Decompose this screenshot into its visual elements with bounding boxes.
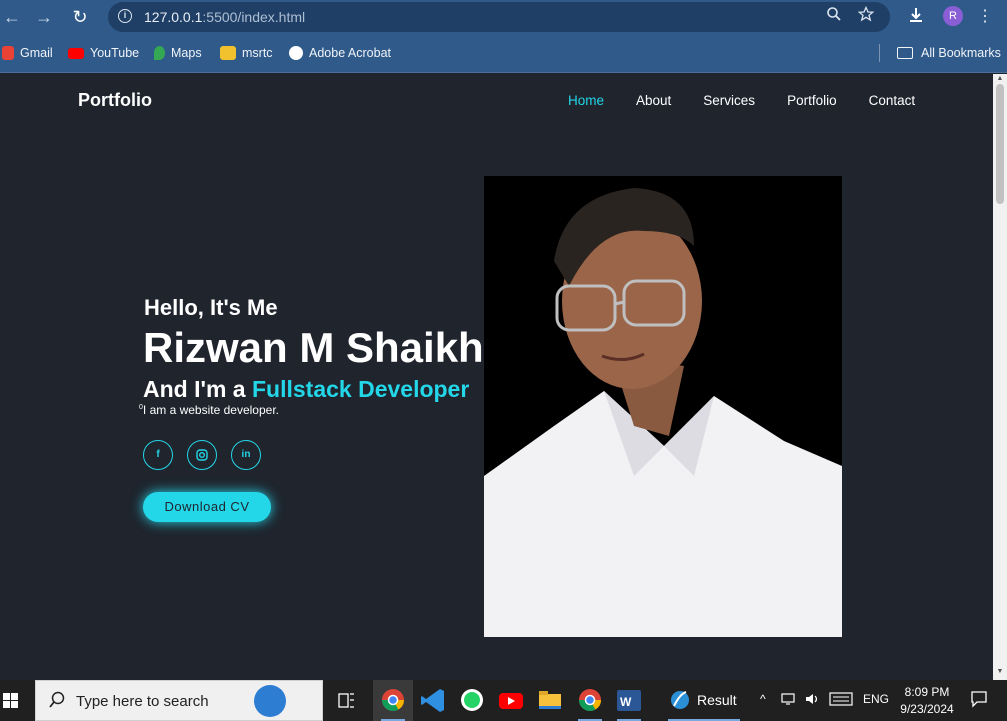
browser-toolbar: ← → ↻ i 127.0.0.1:5500/index.html R ⋮	[0, 0, 1007, 34]
profile-avatar[interactable]: R	[943, 6, 963, 26]
globe-icon	[289, 46, 303, 60]
task-view-icon[interactable]	[326, 680, 366, 721]
nav-contact[interactable]: Contact	[869, 93, 916, 108]
chevron-up-icon[interactable]: ^	[760, 692, 766, 706]
facebook-icon[interactable]: f	[143, 440, 173, 470]
word-icon[interactable]: W	[609, 680, 649, 721]
social-links: f in	[143, 440, 275, 470]
system-clock[interactable]: 8:09 PM 9/23/2024	[897, 684, 957, 718]
forward-icon[interactable]: →	[32, 5, 56, 29]
address-bar[interactable]: i 127.0.0.1:5500/index.html	[108, 2, 890, 32]
search-highlight-icon	[254, 685, 286, 717]
site-info-icon[interactable]: i	[118, 9, 132, 23]
language-indicator[interactable]: ENG	[863, 692, 889, 706]
notification-icon[interactable]	[970, 690, 988, 711]
search-placeholder: Type here to search	[76, 693, 209, 710]
hero-greeting: Hello, It's Me	[144, 295, 278, 320]
site-logo[interactable]: Portfolio	[78, 90, 152, 111]
volume-icon[interactable]	[805, 692, 821, 709]
vscode-icon[interactable]	[413, 680, 453, 721]
download-icon[interactable]	[907, 6, 925, 29]
search-icon	[48, 691, 66, 714]
reload-icon[interactable]: ↻	[68, 5, 92, 29]
role-highlight: Fullstack Developer	[251, 376, 470, 402]
nav-services[interactable]: Services	[703, 93, 755, 108]
youtube-icon	[68, 47, 84, 59]
svg-text:W: W	[620, 695, 632, 709]
file-explorer-icon[interactable]	[530, 680, 570, 721]
result-label: Result	[697, 692, 737, 708]
url-text[interactable]: 127.0.0.1:5500/index.html	[144, 9, 305, 25]
whatsapp-icon[interactable]	[452, 680, 492, 721]
scroll-up-icon[interactable]: ▲	[996, 75, 1004, 82]
bookmark-youtube[interactable]: YouTube	[68, 46, 139, 60]
profile-photo	[484, 176, 842, 637]
bookmark-maps[interactable]: Maps	[154, 46, 202, 60]
site-nav: Home About Services Portfolio Contact	[568, 93, 947, 108]
network-icon[interactable]	[781, 692, 797, 709]
taskbar-search-box[interactable]: Type here to search	[35, 680, 323, 721]
back-icon[interactable]: ←	[0, 5, 24, 29]
scroll-thumb[interactable]	[996, 84, 1004, 204]
instagram-icon[interactable]	[187, 440, 217, 470]
gmail-icon	[2, 46, 14, 60]
youtube-icon[interactable]	[491, 680, 531, 721]
download-cv-button[interactable]: Download CV	[143, 492, 271, 522]
nav-portfolio[interactable]: Portfolio	[787, 93, 837, 108]
bookmark-msrtc[interactable]: msrtc	[220, 46, 273, 60]
maps-icon	[154, 46, 165, 60]
zoom-icon[interactable]	[826, 6, 842, 27]
hero-name: Rizwan M Shaikh	[143, 324, 484, 371]
bookmark-adobe-acrobat[interactable]: Adobe Acrobat	[289, 46, 391, 60]
hero-role: And I'm a Fullstack Developer	[143, 376, 470, 402]
windows-start-icon[interactable]	[0, 680, 35, 721]
menu-dots-icon[interactable]: ⋮	[977, 6, 993, 26]
folder-icon	[897, 47, 913, 59]
hero-description: 0I am a website developer.	[139, 403, 279, 417]
page-scrollbar[interactable]: ▲ ▼	[993, 74, 1007, 680]
nav-home[interactable]: Home	[568, 93, 604, 108]
bookmark-star-icon[interactable]	[857, 5, 875, 27]
nav-about[interactable]: About	[636, 93, 671, 108]
chrome-icon[interactable]	[570, 680, 610, 721]
bookmarks-bar: Gmail YouTube Maps msrtc Adobe Acrobat A…	[0, 34, 1007, 73]
linkedin-icon[interactable]: in	[231, 440, 261, 470]
msrtc-icon	[220, 46, 236, 60]
chrome-icon[interactable]	[373, 680, 413, 721]
bookmarks-separator	[879, 44, 880, 62]
scroll-down-icon[interactable]: ▼	[996, 668, 1004, 675]
all-bookmarks[interactable]: All Bookmarks	[897, 46, 1001, 60]
bookmark-gmail[interactable]: Gmail	[2, 46, 53, 60]
portfolio-page: Portfolio Home About Services Portfolio …	[0, 74, 993, 680]
keyboard-icon[interactable]	[829, 692, 853, 709]
windows-taskbar: Type here to search W Result ^ ENG 8:09 …	[0, 680, 1007, 721]
